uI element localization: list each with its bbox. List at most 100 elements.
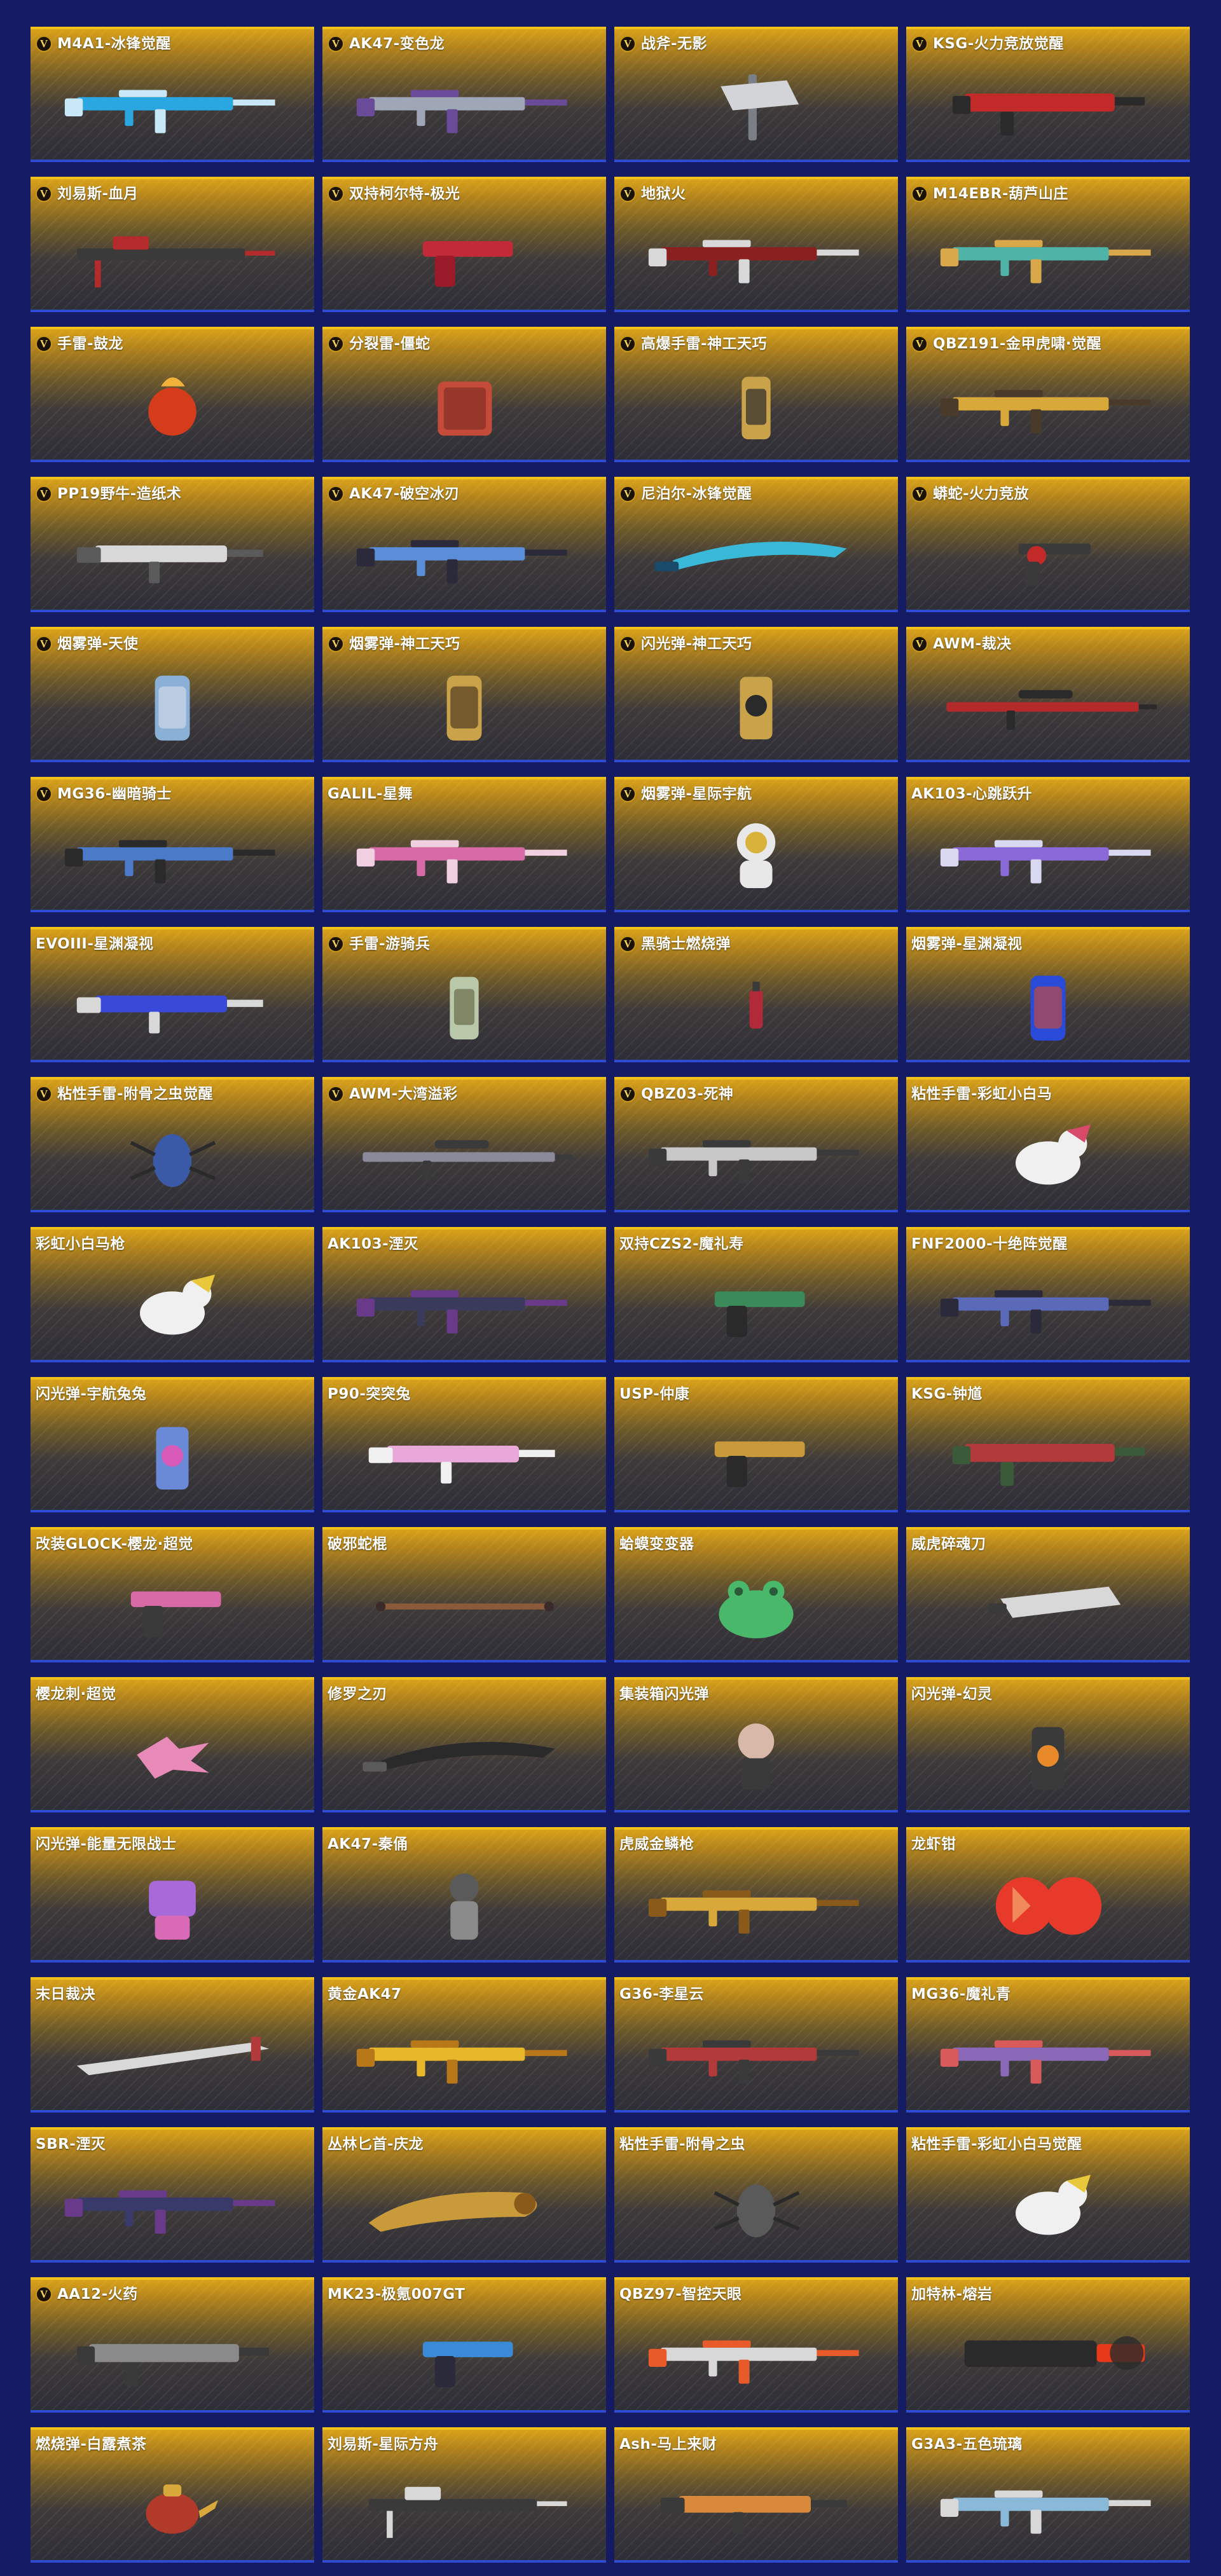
item-card[interactable]: 闪光弹-幻灵: [906, 1677, 1190, 1812]
item-card[interactable]: V 刘易斯-血月: [31, 177, 314, 312]
item-card[interactable]: G3A3-五色琉璃: [906, 2427, 1190, 2563]
item-card[interactable]: V 地狱火: [614, 177, 898, 312]
item-card[interactable]: V 双持柯尔特-极光: [322, 177, 606, 312]
item-card[interactable]: 加特林-熔岩: [906, 2277, 1190, 2413]
item-name: 蛤蟆变变器: [619, 1536, 694, 1552]
item-card[interactable]: MK23-极氪007GT: [322, 2277, 606, 2413]
item-card[interactable]: V M14EBR-葫芦山庄: [906, 177, 1190, 312]
item-card[interactable]: V AK47-变色龙: [322, 27, 606, 162]
item-card[interactable]: 粘性手雷-彩虹小白马: [906, 1077, 1190, 1212]
item-card[interactable]: V 手雷-游骑兵: [322, 927, 606, 1062]
bug-grenade-icon: [630, 2163, 883, 2250]
item-card[interactable]: V 分裂雷-僵蛇: [322, 327, 606, 462]
item-card[interactable]: 双持CZS2-魔礼寿: [614, 1227, 898, 1362]
item-card[interactable]: V 烟雾弹-天使: [31, 627, 314, 762]
item-name: AA12-火药: [57, 2286, 138, 2303]
item-card[interactable]: EVOIII-星渊凝视: [31, 927, 314, 1062]
item-card[interactable]: FNF2000-十绝阵觉醒: [906, 1227, 1190, 1362]
item-name: KSG-火力竞放觉醒: [933, 36, 1064, 52]
item-card[interactable]: 蛤蟆变变器: [614, 1527, 898, 1662]
item-card-header: V 双持柯尔特-极光: [328, 184, 601, 203]
item-card[interactable]: V PP19野牛-造纸术: [31, 477, 314, 612]
item-card[interactable]: SBR-湮灭: [31, 2127, 314, 2263]
item-card[interactable]: V AK47-破空冰刃: [322, 477, 606, 612]
item-card[interactable]: V 粘性手雷-附骨之虫觉醒: [31, 1077, 314, 1212]
item-card[interactable]: 龙虾钳: [906, 1827, 1190, 1963]
item-name: 高爆手雷-神工天巧: [641, 336, 768, 352]
doll-icon: [630, 1713, 883, 1800]
item-card[interactable]: 粘性手雷-彩虹小白马觉醒: [906, 2127, 1190, 2263]
item-grid: V M4A1-冰锋觉醒 V AK47-变色龙 V 战斧-无影 V KSG-火力竞放觉醒 …: [0, 0, 1221, 2576]
item-card[interactable]: 丛林匕首-庆龙: [322, 2127, 606, 2263]
item-card[interactable]: KSG-钟馗: [906, 1377, 1190, 1512]
item-card[interactable]: AK103-湮灭: [322, 1227, 606, 1362]
item-card[interactable]: P90-突突兔: [322, 1377, 606, 1512]
item-name: 手雷-鼓龙: [57, 336, 124, 352]
item-card[interactable]: V AA12-火药: [31, 2277, 314, 2413]
vip-badge-icon: V: [36, 186, 52, 202]
item-card-header: EVOIII-星渊凝视: [36, 935, 309, 954]
staff-icon: [338, 1563, 591, 1650]
item-card[interactable]: AK47-秦俑: [322, 1827, 606, 1963]
item-card[interactable]: V 战斧-无影: [614, 27, 898, 162]
item-card[interactable]: V KSG-火力竞放觉醒: [906, 27, 1190, 162]
frog-icon: [630, 1563, 883, 1650]
item-card[interactable]: V AWM-大湾溢彩: [322, 1077, 606, 1212]
item-card[interactable]: V 闪光弹-神工天巧: [614, 627, 898, 762]
item-card[interactable]: MG36-魔礼青: [906, 1977, 1190, 2113]
item-card[interactable]: Ash-马上来财: [614, 2427, 898, 2563]
item-card-header: V MG36-幽暗骑士: [36, 784, 309, 804]
item-card[interactable]: 樱龙刺·超觉: [31, 1677, 314, 1812]
item-card[interactable]: 虎威金鳞枪: [614, 1827, 898, 1963]
item-card[interactable]: 修罗之刃: [322, 1677, 606, 1812]
item-card[interactable]: USP-仲康: [614, 1377, 898, 1512]
item-card-header: V AK47-破空冰刃: [328, 484, 601, 504]
item-card[interactable]: V QBZ03-死神: [614, 1077, 898, 1212]
item-card[interactable]: V AWM-裁决: [906, 627, 1190, 762]
item-card[interactable]: V 黑骑士燃烧弹: [614, 927, 898, 1062]
item-name: 改装GLOCK-樱龙·超觉: [36, 1536, 193, 1552]
item-card[interactable]: V QBZ191-金甲虎啸·觉醒: [906, 327, 1190, 462]
item-card[interactable]: G36-李星云: [614, 1977, 898, 2113]
item-card[interactable]: 末日裁决: [31, 1977, 314, 2113]
item-card-header: 烟雾弹-星渊凝视: [911, 935, 1185, 954]
item-name: 双持CZS2-魔礼寿: [619, 1236, 744, 1252]
item-card[interactable]: 彩虹小白马枪: [31, 1227, 314, 1362]
item-card[interactable]: 破邪蛇棍: [322, 1527, 606, 1662]
item-card[interactable]: AK103-心跳跃升: [906, 777, 1190, 912]
item-card[interactable]: V 蟒蛇-火力竞放: [906, 477, 1190, 612]
item-card[interactable]: 粘性手雷-附骨之虫: [614, 2127, 898, 2263]
rifle-icon: [921, 2013, 1175, 2100]
item-card[interactable]: 燃烧弹-白露煮茶: [31, 2427, 314, 2563]
item-name: MK23-极氪007GT: [328, 2286, 466, 2303]
vip-badge-icon: V: [328, 186, 344, 202]
item-card[interactable]: V 烟雾弹-星际宇航: [614, 777, 898, 912]
vip-badge-icon: V: [36, 636, 52, 652]
rifle-icon: [921, 362, 1175, 449]
item-card[interactable]: 改装GLOCK-樱龙·超觉: [31, 1527, 314, 1662]
item-card[interactable]: V 尼泊尔-冰锋觉醒: [614, 477, 898, 612]
smg-icon: [46, 512, 299, 599]
vip-badge-icon: V: [328, 486, 344, 502]
item-card[interactable]: 刘易斯-星际方舟: [322, 2427, 606, 2563]
item-card[interactable]: 黄金AK47: [322, 1977, 606, 2113]
vip-badge-icon: V: [619, 1086, 636, 1102]
knife-icon: [338, 1713, 591, 1800]
item-card[interactable]: 闪光弹-能量无限战士: [31, 1827, 314, 1963]
item-name: QBZ191-金甲虎啸·觉醒: [933, 336, 1102, 352]
item-card[interactable]: V 烟雾弹-神工天巧: [322, 627, 606, 762]
item-card[interactable]: 威虎碎魂刀: [906, 1527, 1190, 1662]
pistol-icon: [338, 2313, 591, 2400]
item-card[interactable]: V M4A1-冰锋觉醒: [31, 27, 314, 162]
item-card[interactable]: 闪光弹-宇航兔兔: [31, 1377, 314, 1512]
item-card[interactable]: GALIL-星舞: [322, 777, 606, 912]
item-card[interactable]: QBZ97-智控天眼: [614, 2277, 898, 2413]
item-card[interactable]: 烟雾弹-星渊凝视: [906, 927, 1190, 1062]
item-card[interactable]: V MG36-幽暗骑士: [31, 777, 314, 912]
item-card[interactable]: 集装箱闪光弹: [614, 1677, 898, 1812]
item-card[interactable]: V 手雷-鼓龙: [31, 327, 314, 462]
item-card-header: V PP19野牛-造纸术: [36, 484, 309, 504]
item-card-header: V AWM-大湾溢彩: [328, 1085, 601, 1104]
item-card-header: V 烟雾弹-神工天巧: [328, 634, 601, 654]
item-card[interactable]: V 高爆手雷-神工天巧: [614, 327, 898, 462]
